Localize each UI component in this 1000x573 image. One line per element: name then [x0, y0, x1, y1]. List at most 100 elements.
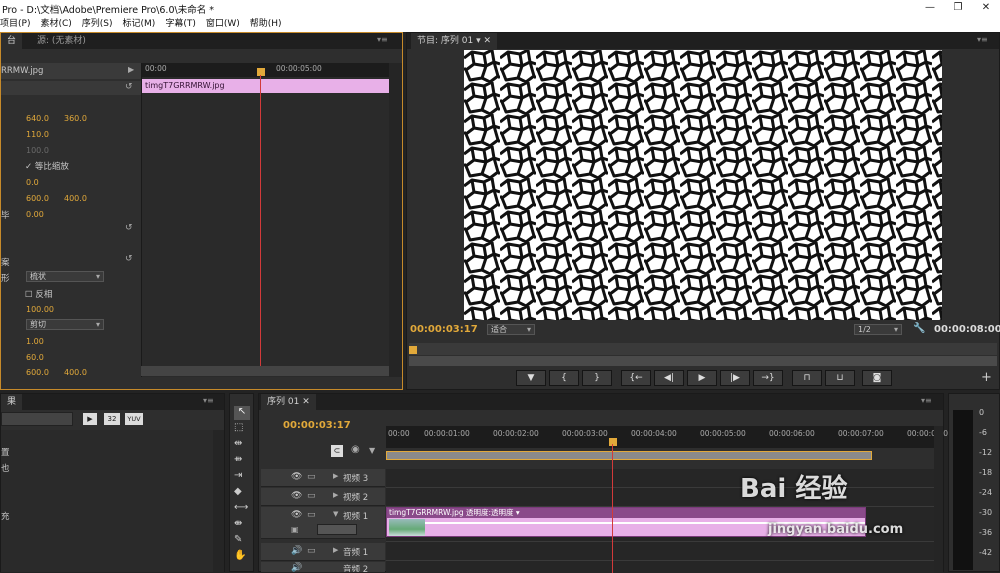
lift-button[interactable]: ⊓ — [792, 370, 822, 386]
menu-marker[interactable]: 标记(M) — [123, 16, 156, 32]
anchor-x-value[interactable]: 600.0 — [26, 194, 49, 203]
list-item[interactable]: 充 — [1, 510, 10, 522]
menu-sequence[interactable]: 序列(S) — [82, 16, 113, 32]
fit-dropdown[interactable]: 适合 — [487, 324, 535, 335]
expand-arrow-icon[interactable]: ▶ — [333, 491, 338, 499]
playhead-marker-icon[interactable] — [257, 68, 265, 76]
step-back-button[interactable]: ◀| — [654, 370, 684, 386]
panel-menu-icon[interactable]: ▾≡ — [977, 35, 988, 44]
menu-window[interactable]: 窗口(W) — [206, 16, 240, 32]
effect-timeline-clip[interactable]: timgT7GRRMRW.jpg — [142, 79, 390, 93]
wrench-icon[interactable]: 🔧 — [913, 323, 925, 334]
eye-icon[interactable]: 👁 — [291, 472, 302, 482]
maximize-button[interactable]: ❐ — [944, 0, 972, 16]
effects-scrollbar[interactable] — [213, 430, 224, 572]
expand-arrow-icon[interactable]: ▶ — [333, 472, 338, 480]
collapse-arrow-icon[interactable]: ▼ — [333, 510, 338, 518]
position-x-value[interactable]: 640.0 — [26, 114, 49, 123]
panel-menu-icon[interactable]: ▾≡ — [921, 396, 932, 405]
mark-out-button[interactable]: } — [582, 370, 612, 386]
add-marker-icon[interactable]: ▼ — [369, 446, 375, 455]
list-item[interactable]: 也 — [1, 462, 10, 474]
menu-help[interactable]: 帮助(H) — [250, 16, 282, 32]
play-button[interactable]: ▶ — [687, 370, 717, 386]
ripple-edit-tool-icon[interactable]: ⇹ — [234, 438, 242, 449]
blend-dropdown[interactable]: 剪切 — [26, 319, 104, 330]
effect-h-scrollbar[interactable] — [141, 366, 389, 376]
panel-menu-icon[interactable]: ▾≡ — [377, 35, 388, 44]
razor-tool-icon[interactable]: ◆ — [234, 486, 242, 497]
rotation-value[interactable]: 0.0 — [26, 178, 39, 187]
sequence-ruler[interactable]: 00:00 00:00:01:00 00:00:02:00 00:00:03:0… — [386, 426, 953, 448]
program-timecode[interactable]: 00:00:03:17 — [410, 324, 478, 335]
effect-scrollbar[interactable] — [389, 63, 402, 377]
panel-menu-icon[interactable]: ▾≡ — [203, 396, 214, 405]
scale-value[interactable]: 110.0 — [26, 130, 49, 139]
expand-arrow-icon[interactable]: ▶ — [333, 546, 338, 554]
minimize-button[interactable]: — — [916, 0, 944, 16]
close-button[interactable]: ✕ — [972, 0, 1000, 16]
shape-dropdown[interactable]: 梳状 — [26, 271, 104, 282]
position-y-value[interactable]: 360.0 — [64, 114, 87, 123]
keyframe-nav[interactable] — [317, 524, 357, 535]
step-forward-button[interactable]: |▶ — [720, 370, 750, 386]
list-item[interactable]: 置 — [1, 446, 10, 458]
value-2[interactable]: 60.0 — [26, 353, 44, 362]
expand-arrow-icon[interactable]: ▶ — [128, 65, 134, 74]
resolution-dropdown[interactable]: 1/2 — [854, 324, 902, 335]
eye-icon[interactable]: 👁 — [291, 510, 302, 520]
lock-icon[interactable]: ▭ — [307, 510, 316, 520]
menu-clip[interactable]: 素材(C) — [40, 16, 71, 32]
uniform-scale-checkbox[interactable]: ✓ 等比缩放 — [25, 160, 69, 172]
speaker-icon[interactable]: 🔊 — [291, 546, 302, 556]
opacity-value[interactable]: 100.00 — [26, 305, 54, 314]
tab-sequence[interactable]: 序列 01 ✕ — [261, 394, 316, 410]
add-button-icon[interactable]: + — [981, 370, 992, 385]
lock-icon[interactable]: ▭ — [307, 491, 316, 501]
effects-search-input[interactable] — [1, 412, 73, 426]
program-playhead-icon[interactable] — [409, 346, 417, 354]
rolling-edit-tool-icon[interactable]: ⇻ — [234, 454, 242, 465]
slip-tool-icon[interactable]: ⟷ — [234, 502, 248, 513]
lock-icon[interactable]: ▭ — [307, 546, 316, 556]
accelerated-effects-icon[interactable]: ▶ — [83, 413, 97, 425]
menu-project[interactable]: 项目(P) — [0, 16, 30, 32]
program-time-ruler[interactable] — [409, 343, 997, 355]
snap-icon[interactable]: ⊂ — [331, 445, 343, 457]
go-to-out-button[interactable]: →} — [753, 370, 783, 386]
extract-button[interactable]: ⊔ — [825, 370, 855, 386]
selection-tool-icon[interactable]: ↖ — [234, 406, 250, 420]
display-style-icon[interactable]: ▣ — [291, 525, 299, 534]
tab-effect-controls[interactable]: 台 — [1, 33, 23, 49]
value-3-x[interactable]: 600.0 — [26, 368, 49, 377]
reset-icon[interactable]: ↺ — [125, 223, 133, 233]
track-select-tool-icon[interactable]: ⬚ — [234, 422, 243, 433]
mark-in-button[interactable]: { — [549, 370, 579, 386]
lock-icon[interactable]: ▭ — [307, 472, 316, 482]
yuv-effects-icon[interactable]: YUV — [125, 413, 143, 425]
anti-flicker-value[interactable]: 0.00 — [26, 210, 44, 219]
menu-title[interactable]: 字幕(T) — [165, 16, 196, 32]
slide-tool-icon[interactable]: ⇼ — [234, 518, 242, 529]
pen-tool-icon[interactable]: ✎ — [234, 534, 242, 545]
rate-stretch-tool-icon[interactable]: ⇥ — [234, 470, 242, 481]
program-zoom-bar[interactable] — [409, 356, 997, 366]
value-3-y[interactable]: 400.0 — [64, 368, 87, 377]
reset-icon[interactable]: ↺ — [125, 82, 133, 92]
reverse-checkbox[interactable]: ☐ 反相 — [25, 288, 52, 300]
value-1[interactable]: 1.00 — [26, 337, 44, 346]
go-to-in-button[interactable]: {← — [621, 370, 651, 386]
export-frame-button[interactable]: ◙ — [862, 370, 892, 386]
eye-icon[interactable]: 👁 — [291, 491, 302, 501]
tab-program[interactable]: 节目: 序列 01 ▾ ✕ — [411, 33, 497, 49]
sequence-playhead-icon[interactable] — [609, 438, 617, 446]
tab-effects[interactable]: 果 — [1, 394, 23, 410]
32bit-effects-icon[interactable]: 32 — [104, 413, 120, 425]
marker-icon[interactable]: ◉ — [351, 444, 360, 455]
anchor-y-value[interactable]: 400.0 — [64, 194, 87, 203]
add-marker-button[interactable]: ▼ — [516, 370, 546, 386]
reset-icon[interactable]: ↺ — [125, 254, 133, 264]
hand-tool-icon[interactable]: ✋ — [234, 550, 246, 561]
sequence-timecode[interactable]: 00:00:03:17 — [283, 420, 351, 431]
work-area-bar[interactable] — [386, 451, 872, 460]
